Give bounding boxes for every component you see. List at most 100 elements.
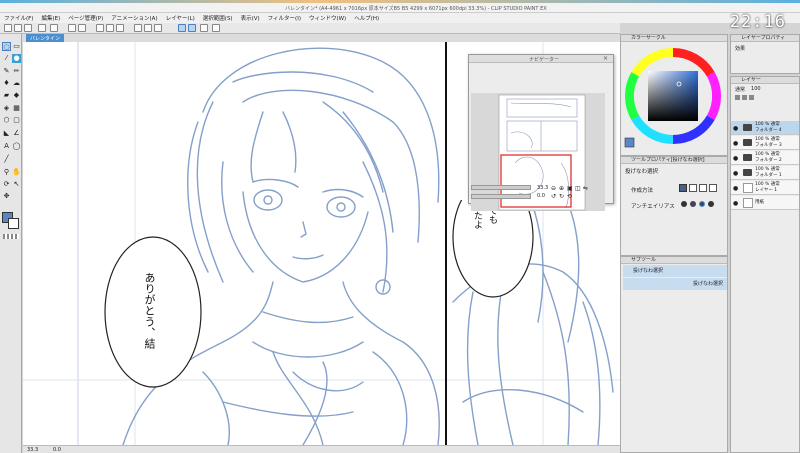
opacity-value[interactable]: 100	[751, 86, 761, 93]
zoom-slider[interactable]	[471, 185, 531, 190]
color-wheel[interactable]	[621, 42, 728, 156]
antialias-mid-icon[interactable]	[699, 201, 705, 207]
antialias-none-icon[interactable]	[681, 201, 687, 207]
menu-window[interactable]: ウィンドウ(W)	[309, 14, 346, 22]
redo-icon[interactable]	[78, 24, 86, 32]
pencil-icon[interactable]: ✏	[12, 67, 21, 76]
snap-grid-icon[interactable]	[200, 24, 208, 32]
clip-icon[interactable]	[742, 95, 747, 100]
sub-color-swatch[interactable]	[8, 218, 19, 229]
canvas-tab-bar: バレンタイン	[22, 34, 620, 42]
menu-edit[interactable]: 編集(E)	[41, 14, 60, 22]
layer-row[interactable]: ● 100 % 通常 フォルダー 1	[731, 166, 799, 180]
eye-icon[interactable]: ●	[733, 200, 738, 207]
flip-icon[interactable]: ⇋	[583, 185, 588, 192]
color-mix-icon[interactable]: ●	[12, 54, 21, 63]
zoom-out-icon[interactable]: ⊖	[551, 185, 556, 192]
clear-icon[interactable]	[96, 24, 104, 32]
rotate-right-icon[interactable]: ↻	[559, 193, 564, 200]
eye-icon[interactable]: ●	[733, 155, 738, 162]
navigator-preview[interactable]	[471, 67, 605, 237]
antialias-strong-icon[interactable]	[708, 201, 714, 207]
menu-filter[interactable]: フィルター(I)	[268, 14, 301, 22]
hand-icon[interactable]: ✋	[12, 168, 21, 177]
fit-icon[interactable]: ▣	[567, 185, 573, 192]
open-file-icon[interactable]	[14, 24, 22, 32]
snap-ruler-icon[interactable]	[178, 24, 186, 32]
menu-layer[interactable]: レイヤー(L)	[166, 14, 195, 22]
zoom-icon[interactable]: ⚲	[2, 168, 11, 177]
transparent-color-swatch[interactable]	[3, 234, 19, 239]
transform-icon[interactable]	[134, 24, 142, 32]
ref-layer-icon[interactable]	[749, 95, 754, 100]
fill-icon[interactable]	[116, 24, 124, 32]
deselect-icon[interactable]	[144, 24, 152, 32]
ruler-icon[interactable]: ◣	[2, 129, 11, 138]
rotate-value[interactable]: 0.0	[537, 193, 545, 199]
close-icon[interactable]: ×	[603, 55, 608, 62]
rotate-left-icon[interactable]: ↺	[551, 193, 556, 200]
layer-row[interactable]: ● 100 % 通常 フォルダー 4	[731, 121, 799, 135]
text-icon[interactable]: A	[2, 142, 11, 151]
antialias-weak-icon[interactable]	[690, 201, 696, 207]
fill-bucket-icon[interactable]: ◈	[2, 104, 11, 113]
lock-icon[interactable]	[735, 95, 740, 100]
intersect-selection-icon[interactable]	[709, 184, 717, 192]
menu-page[interactable]: ページ管理(P)	[68, 14, 103, 22]
lasso-select-icon[interactable]: ◌	[2, 42, 11, 51]
show-area-icon[interactable]	[154, 24, 162, 32]
frame-icon[interactable]: ▢	[12, 116, 21, 125]
clear-outside-icon[interactable]	[106, 24, 114, 32]
eraser-icon[interactable]: ▰	[2, 91, 11, 100]
blend-icon[interactable]: ◆	[12, 91, 21, 100]
subtract-selection-icon[interactable]	[699, 184, 707, 192]
sub-tool-item-1[interactable]: 投げなわ選択	[623, 265, 727, 277]
airbrush-icon[interactable]: ☁	[12, 79, 21, 88]
balloon-icon[interactable]: ◯	[12, 142, 21, 151]
rotate-slider[interactable]	[471, 194, 531, 199]
status-zoom[interactable]: 33.3	[27, 447, 38, 453]
new-selection-icon[interactable]	[679, 184, 687, 192]
eye-icon[interactable]: ●	[733, 125, 738, 132]
select-icon[interactable]: ▭	[12, 42, 21, 51]
zoom-in-icon[interactable]: ⊕	[559, 185, 564, 192]
gradient-icon[interactable]: ▦	[12, 104, 21, 113]
brush-icon[interactable]: ♦	[2, 79, 11, 88]
layer-row[interactable]: ● 用紙	[731, 196, 799, 210]
menu-selection[interactable]: 選択範囲(S)	[203, 14, 233, 22]
sub-tool-item-2[interactable]: 投げなわ選択	[623, 278, 727, 290]
actual-size-icon[interactable]: ◫	[575, 185, 581, 192]
new-file-icon[interactable]	[4, 24, 12, 32]
rotate-icon[interactable]: ⟳	[2, 180, 11, 189]
figure-icon[interactable]: ⬡	[2, 116, 11, 125]
canvas-tab[interactable]: バレンタイン	[26, 34, 65, 42]
blend-mode-select[interactable]: 通常	[735, 86, 745, 93]
menu-view[interactable]: 表示(V)	[241, 14, 260, 22]
save-icon[interactable]	[24, 24, 32, 32]
reset-rotation-icon[interactable]: ⟲	[567, 193, 572, 200]
menu-animation[interactable]: アニメーション(A)	[111, 14, 157, 22]
layer-row[interactable]: ● 100 % 通常 フォルダー 2	[731, 151, 799, 165]
layer-row[interactable]: ● 100 % 通常 フォルダー 3	[731, 136, 799, 150]
line-tool-icon[interactable]: ╱	[2, 155, 11, 164]
navigator-header[interactable]: ナビゲーター ×	[469, 55, 613, 63]
pen-icon[interactable]: ✎	[2, 67, 11, 76]
layer-row[interactable]: ● 100 % 通常 レイヤー 1	[731, 181, 799, 195]
eye-icon[interactable]: ●	[733, 140, 738, 147]
correct-line-icon[interactable]: ∠	[12, 129, 21, 138]
menu-help[interactable]: ヘルプ(H)	[354, 14, 379, 22]
move-layer-icon[interactable]: ✥	[2, 192, 11, 201]
undo-icon[interactable]	[68, 24, 76, 32]
export-icon[interactable]	[38, 24, 46, 32]
eye-icon[interactable]: ●	[733, 170, 738, 177]
object-icon[interactable]: ↖	[12, 180, 21, 189]
eye-icon[interactable]: ●	[733, 185, 738, 192]
layer-name: 用紙	[755, 200, 764, 205]
menu-file[interactable]: ファイル(F)	[4, 14, 33, 22]
snap-special-ruler-icon[interactable]	[188, 24, 196, 32]
add-selection-icon[interactable]	[689, 184, 697, 192]
eyedropper-icon[interactable]: ⁄	[2, 54, 11, 63]
print-icon[interactable]	[50, 24, 58, 32]
ruler-settings-icon[interactable]	[212, 24, 220, 32]
zoom-value[interactable]: 33.3	[537, 185, 548, 191]
